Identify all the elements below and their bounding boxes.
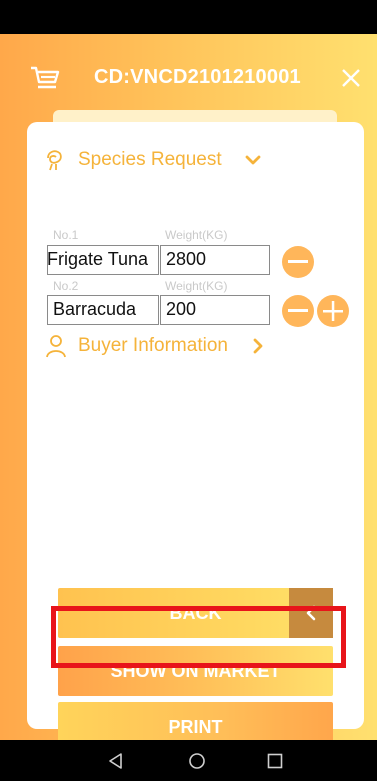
weight-label: Weight(KG) (165, 279, 228, 293)
content-card: Species Request No.1 Weight(KG) Frigate … (27, 122, 364, 752)
species-request-header[interactable]: Species Request (44, 148, 262, 172)
show-on-market-button[interactable]: SHOW ON MARKET (58, 646, 333, 696)
header: CD:VNCD2101210001 (0, 34, 377, 120)
show-on-market-label: SHOW ON MARKET (110, 660, 281, 681)
species-icon (47, 150, 62, 171)
app-screen: CD:VNCD2101210001 Species Request No.1 W… (0, 34, 377, 752)
chevron-down-icon (245, 155, 261, 165)
buyer-information-header[interactable]: Buyer Information (46, 334, 264, 358)
recents-nav-icon[interactable] (265, 751, 285, 771)
user-icon (46, 335, 66, 358)
buyer-information-label: Buyer Information (78, 335, 228, 356)
species-request-label: Species Request (78, 149, 222, 170)
weight-field[interactable]: 2800 (160, 245, 270, 275)
page-title: CD:VNCD2101210001 (94, 66, 301, 88)
minus-icon (288, 309, 308, 312)
remove-row-button[interactable] (282, 295, 314, 327)
plus-icon (323, 301, 343, 321)
navigation-bar (0, 740, 377, 781)
back-nav-icon[interactable] (106, 751, 126, 771)
species-field[interactable]: Frigate Tuna (47, 245, 159, 275)
add-row-button[interactable] (317, 295, 349, 327)
item-number-label: No.1 (53, 228, 79, 242)
weight-label: Weight(KG) (165, 228, 228, 242)
status-bar (0, 0, 377, 34)
print-button-label: PRINT (168, 716, 223, 737)
back-button[interactable]: BACK (58, 588, 333, 638)
close-icon[interactable] (341, 68, 361, 88)
back-arrow-icon (289, 588, 333, 638)
chevron-right-icon (253, 338, 263, 354)
species-field[interactable]: Barracuda (47, 295, 159, 325)
remove-row-button[interactable] (282, 246, 314, 278)
cart-icon[interactable] (30, 65, 60, 91)
item-number-label: No.2 (53, 279, 79, 293)
minus-icon (288, 260, 308, 263)
home-nav-icon[interactable] (187, 751, 207, 771)
back-button-label: BACK (169, 602, 222, 623)
weight-field[interactable]: 200 (160, 295, 270, 325)
